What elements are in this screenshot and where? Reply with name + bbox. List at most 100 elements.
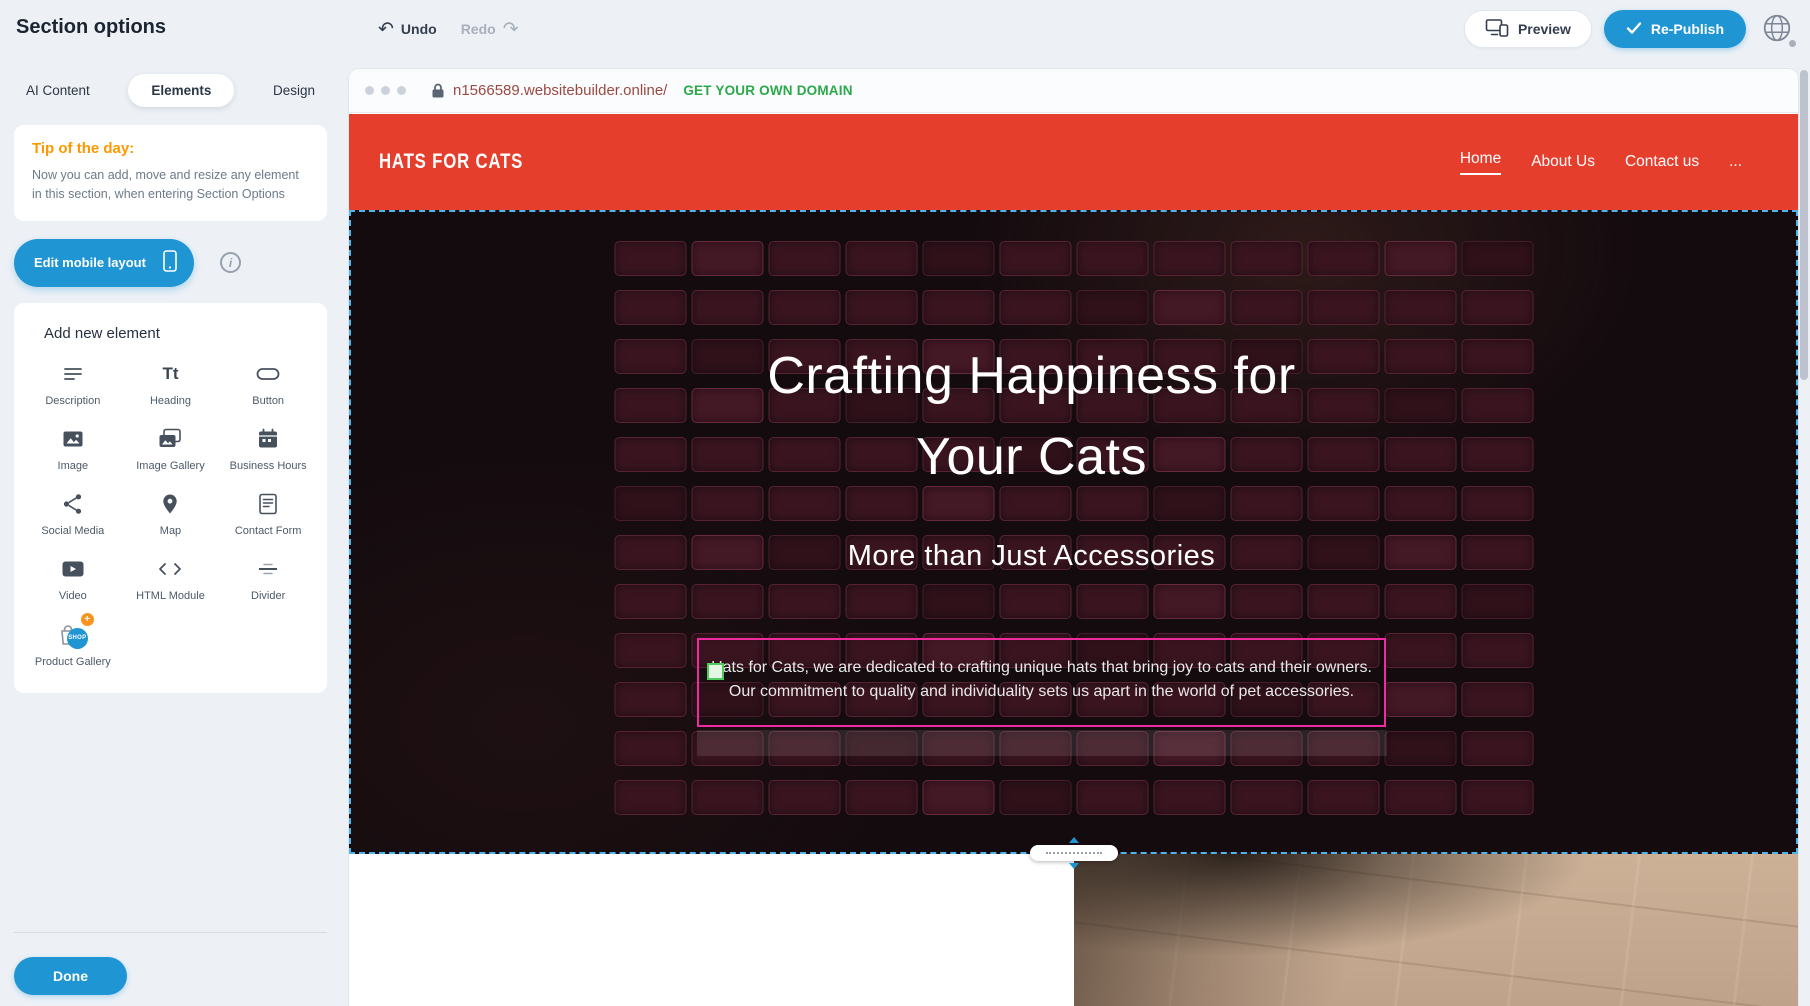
undo-button[interactable]: ↶ Undo — [378, 20, 437, 39]
edit-mobile-label: Edit mobile layout — [34, 255, 146, 270]
hero-tile — [1461, 780, 1533, 815]
tab-ai-content[interactable]: AI Content — [26, 74, 90, 107]
next-section[interactable] — [349, 854, 1798, 1006]
hero-tile — [1384, 290, 1456, 325]
language-globe-button[interactable] — [1758, 10, 1796, 48]
hero-tile — [614, 290, 686, 325]
image-icon — [61, 425, 85, 453]
add-element-image[interactable]: Image — [29, 425, 117, 473]
hero-tile — [1384, 633, 1456, 668]
nav-home[interactable]: Home — [1460, 150, 1501, 175]
tip-of-the-day-card: Tip of the day: Now you can add, move an… — [14, 125, 327, 221]
hero-tile-grid — [614, 241, 1533, 815]
resize-arrow-down-icon — [1069, 863, 1079, 869]
hero-tile — [1076, 290, 1148, 325]
add-element-video[interactable]: Video — [29, 555, 117, 603]
add-element-social-media[interactable]: Social Media — [29, 490, 117, 538]
add-element-divider[interactable]: Divider — [224, 555, 312, 603]
next-section-text-column — [349, 854, 1074, 1006]
hero-tile — [1384, 682, 1456, 717]
resize-arrow-up-icon — [1069, 837, 1079, 843]
page-scrollbar[interactable] — [1800, 70, 1808, 1004]
hero-tile — [1230, 241, 1302, 276]
hero-tile — [614, 731, 686, 766]
redo-label: Redo — [461, 21, 496, 37]
scrollbar-thumb[interactable] — [1800, 70, 1808, 380]
add-element-description[interactable]: Description — [29, 360, 117, 408]
section-resize-handle[interactable] — [1030, 837, 1118, 869]
button-icon — [255, 360, 281, 388]
add-element-image-gallery[interactable]: Image Gallery — [126, 425, 214, 473]
add-element-contact-form[interactable]: Contact Form — [224, 490, 312, 538]
section-options-sidebar: AI Content Elements Design Tip of the da… — [0, 58, 349, 1006]
preview-button[interactable]: Preview — [1464, 10, 1592, 48]
hero-subheading[interactable]: More than Just Accessories — [351, 540, 1712, 573]
browser-frame: n1566589.websitebuilder.online/ GET YOUR… — [349, 69, 1798, 1006]
hero-tile — [1461, 731, 1533, 766]
hero-tile — [922, 780, 994, 815]
element-grid: Description Tt Heading Button Image — [24, 360, 317, 669]
nav-about-us[interactable]: About Us — [1531, 153, 1595, 171]
sidebar-tabs: AI Content Elements Design — [14, 74, 327, 107]
editor-canvas: n1566589.websitebuilder.online/ GET YOUR… — [349, 58, 1810, 1006]
get-domain-link[interactable]: GET YOUR OWN DOMAIN — [683, 83, 852, 98]
hero-tile — [1384, 780, 1456, 815]
resize-pill — [1030, 845, 1118, 861]
preview-label: Preview — [1518, 21, 1571, 37]
hero-tile — [1153, 584, 1225, 619]
add-element-heading[interactable]: Tt Heading — [126, 360, 214, 408]
hero-tile — [768, 780, 840, 815]
green-resize-handle[interactable] — [707, 663, 724, 680]
hero-tile — [999, 780, 1071, 815]
info-icon[interactable]: i — [220, 252, 241, 273]
business-hours-icon — [256, 425, 280, 453]
add-element-map[interactable]: Map — [126, 490, 214, 538]
hero-tile — [614, 780, 686, 815]
video-icon — [60, 555, 86, 583]
mobile-layout-row: Edit mobile layout i — [14, 239, 327, 287]
phone-icon — [162, 248, 178, 277]
hero-tile — [691, 290, 763, 325]
heading-icon: Tt — [162, 360, 178, 388]
divider-icon — [256, 555, 280, 583]
lock-icon — [431, 82, 445, 99]
nav-contact-us[interactable]: Contact us — [1625, 153, 1699, 171]
check-icon — [1626, 21, 1642, 38]
republish-label: Re-Publish — [1651, 21, 1724, 37]
sidebar-footer: Done — [14, 932, 327, 1006]
hero-tile — [1230, 780, 1302, 815]
html-module-icon — [157, 555, 183, 583]
hero-tile — [1461, 584, 1533, 619]
hero-heading[interactable]: Crafting Happiness for Your Cats — [351, 336, 1712, 498]
page-title: Section options — [16, 16, 166, 39]
add-element-html-module[interactable]: HTML Module — [126, 555, 214, 603]
hero-tile — [1384, 584, 1456, 619]
hero-tile — [845, 780, 917, 815]
edit-mobile-layout-button[interactable]: Edit mobile layout — [14, 239, 194, 287]
redo-icon: ↷ — [503, 20, 519, 39]
site-logo[interactable]: HATS FOR CATS — [379, 150, 523, 174]
site-header[interactable]: HATS FOR CATS Home About Us Contact us .… — [349, 114, 1798, 210]
hero-tile — [1307, 780, 1379, 815]
tab-elements[interactable]: Elements — [128, 74, 234, 107]
hero-tile — [614, 633, 686, 668]
tab-design[interactable]: Design — [273, 74, 315, 107]
hero-paragraph[interactable]: Hats for Cats, we are dedicated to craft… — [697, 638, 1386, 727]
social-media-icon — [61, 490, 85, 518]
hero-tile — [614, 682, 686, 717]
redo-button[interactable]: Redo ↷ — [461, 20, 519, 39]
image-gallery-icon — [157, 425, 183, 453]
hero-tile — [1461, 241, 1533, 276]
site-url[interactable]: n1566589.websitebuilder.online/ — [453, 82, 667, 99]
nav-more[interactable]: ... — [1729, 153, 1742, 171]
add-element-business-hours[interactable]: Business Hours — [224, 425, 312, 473]
done-button[interactable]: Done — [14, 957, 127, 995]
add-element-product-gallery[interactable]: SHOP + Product Gallery — [29, 621, 117, 669]
add-new-element-card: Add new element Description Tt Heading B… — [14, 303, 327, 693]
hero-tile — [1384, 241, 1456, 276]
hero-tile — [691, 241, 763, 276]
republish-button[interactable]: Re-Publish — [1604, 10, 1746, 48]
undo-label: Undo — [401, 21, 437, 37]
add-element-button[interactable]: Button — [224, 360, 312, 408]
hero-section[interactable]: Crafting Happiness for Your Cats More th… — [349, 210, 1798, 854]
